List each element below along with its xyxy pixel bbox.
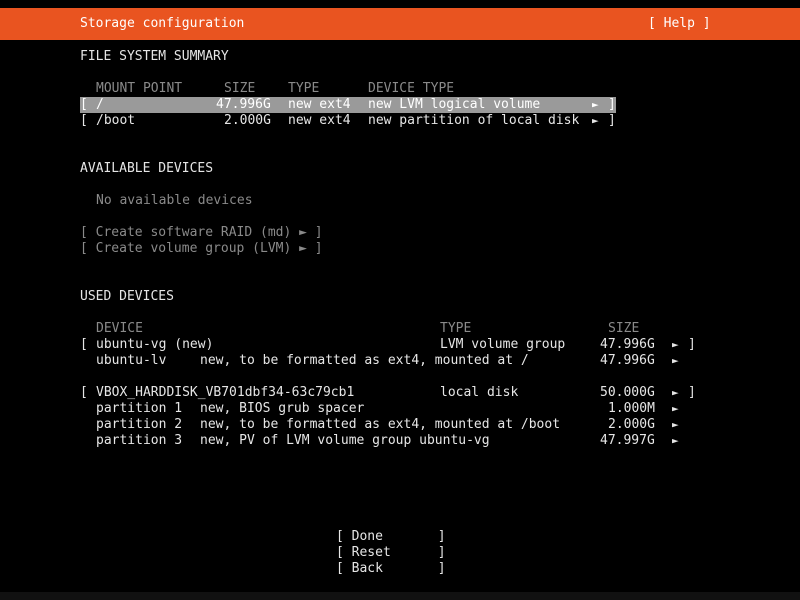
device-size: 47.997G — [600, 433, 655, 448]
bracket-open: [ — [80, 97, 88, 112]
create-raid-button[interactable]: [ Create software RAID (md) ► ] — [80, 225, 323, 241]
triangle-right-icon[interactable]: ► — [672, 337, 679, 353]
triangle-right-icon[interactable]: ► — [672, 417, 679, 433]
column-type: TYPE — [288, 81, 320, 96]
page-title: Storage configuration — [80, 16, 245, 31]
mount-point: /boot — [96, 113, 136, 128]
bracket-close: ] — [608, 97, 616, 112]
fs-row-boot[interactable]: [ /boot 2.000G new ext4 new partition of… — [80, 113, 616, 129]
fs-size: 2.000G — [224, 113, 271, 128]
partition-desc: new, PV of LVM volume group ubuntu-vg — [200, 433, 490, 448]
fs-row-root[interactable]: [ / 47.996G new ext4 new LVM logical vol… — [80, 97, 616, 113]
partition-desc: new, BIOS grub spacer — [200, 401, 365, 416]
used-devices-heading: USED DEVICES — [80, 289, 174, 304]
column-device-type: DEVICE TYPE — [368, 81, 455, 96]
file-system-summary-heading: FILE SYSTEM SUMMARY — [80, 49, 229, 64]
fs-device-type: new LVM logical volume — [368, 97, 541, 112]
reset-button[interactable]: [ Reset ] — [336, 545, 446, 561]
installer-screen: Storage configuration [ Help ] FILE SYST… — [0, 0, 800, 600]
bracket-open: [ — [80, 337, 88, 352]
triangle-right-icon[interactable]: ► — [672, 385, 679, 401]
available-devices-heading: AVAILABLE DEVICES — [80, 161, 214, 176]
column-size: SIZE — [224, 81, 256, 96]
device-size: 47.996G — [600, 337, 655, 352]
logical-volume-desc: new, to be formatted as ext4, mounted at… — [200, 353, 529, 368]
device-type: local disk — [440, 385, 519, 400]
bracket-close: ] — [688, 385, 696, 400]
column-device: DEVICE — [96, 321, 143, 336]
logical-volume-name[interactable]: ubuntu-lv — [96, 353, 166, 369]
triangle-right-icon[interactable]: ► — [672, 401, 679, 417]
volume-group-name[interactable]: ubuntu-vg (new) — [96, 337, 213, 353]
fs-device-type: new partition of local disk — [368, 113, 580, 128]
triangle-right-icon[interactable]: ► — [672, 353, 679, 369]
bracket-close: ] — [688, 337, 696, 352]
create-volume-group-button[interactable]: [ Create volume group (LVM) ► ] — [80, 241, 323, 257]
no-devices-text: No available devices — [96, 193, 253, 208]
triangle-right-icon: ► — [592, 114, 599, 127]
done-button[interactable]: [ Done ] — [336, 529, 446, 545]
back-button[interactable]: [ Back ] — [336, 561, 446, 577]
device-size: 50.000G — [600, 385, 655, 400]
bracket-open: [ — [80, 385, 88, 400]
device-size: 47.996G — [600, 353, 655, 368]
bracket-close: ] — [608, 113, 616, 128]
device-size: 2.000G — [608, 417, 655, 432]
column-size: SIZE — [608, 321, 640, 336]
device-type: LVM volume group — [440, 337, 566, 352]
triangle-right-icon[interactable]: ► — [672, 433, 679, 449]
mount-point: / — [96, 97, 104, 112]
fs-size: 47.996G — [216, 97, 271, 112]
fs-type: new ext4 — [288, 113, 351, 128]
partition-name[interactable]: partition 3 — [96, 433, 182, 449]
column-mount-point: MOUNT POINT — [96, 81, 183, 96]
bottom-edge — [0, 592, 800, 600]
partition-name[interactable]: partition 2 — [96, 417, 182, 433]
help-button[interactable]: [ Help ] — [648, 16, 711, 32]
fs-type: new ext4 — [288, 97, 351, 112]
device-size: 1.000M — [608, 401, 655, 416]
bracket-open: [ — [80, 113, 88, 128]
partition-name[interactable]: partition 1 — [96, 401, 182, 417]
column-type: TYPE — [440, 321, 472, 336]
title-bar: Storage configuration [ Help ] — [0, 8, 800, 40]
partition-desc: new, to be formatted as ext4, mounted at… — [200, 417, 561, 432]
disk-name[interactable]: VBOX_HARDDISK_VB701dbf34-63c79cb1 — [96, 385, 354, 401]
triangle-right-icon: ► — [592, 98, 599, 111]
